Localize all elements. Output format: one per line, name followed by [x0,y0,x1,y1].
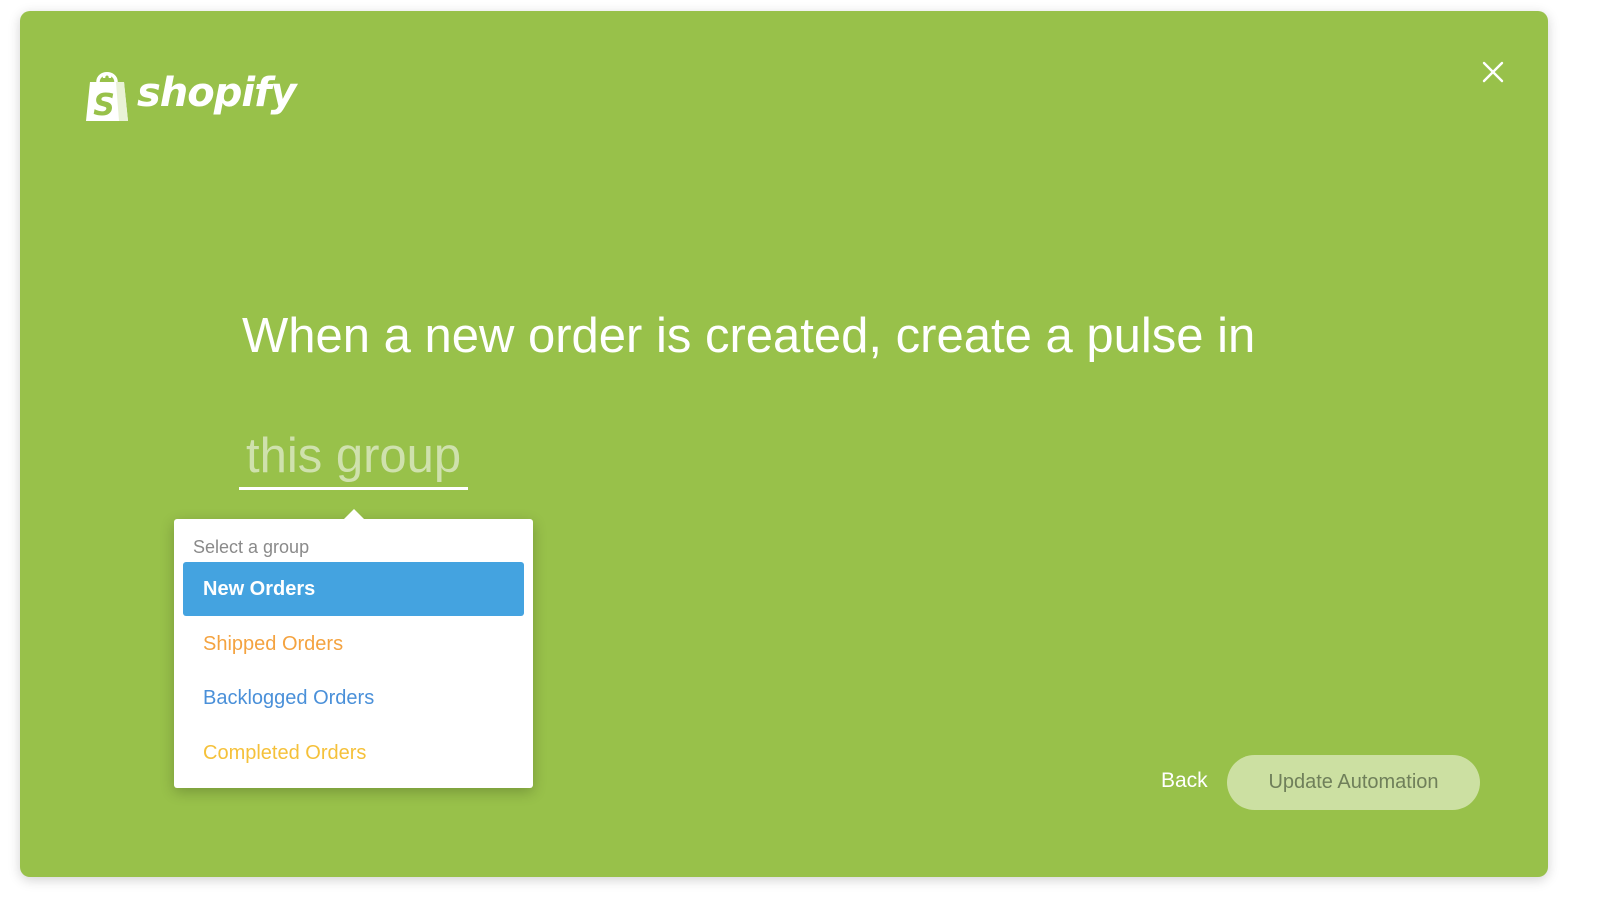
shopify-wordmark: shopify [137,70,297,116]
group-option-completed-orders[interactable]: Completed Orders [183,726,524,780]
group-option-new-orders[interactable]: New Orders [183,562,524,616]
close-icon[interactable] [1480,59,1506,85]
bag-letter: S [93,88,115,123]
back-button[interactable]: Back [1161,769,1208,793]
shopify-logo: S shopify [83,67,297,123]
update-automation-button[interactable]: Update Automation [1227,755,1480,810]
automation-sentence: When a new order is created, create a pu… [242,309,1256,363]
automation-modal: S shopify When a new order is created, c… [20,11,1548,877]
shopify-bag-icon: S [86,72,128,123]
group-field-placeholder: this group [246,429,462,483]
group-option-backlogged-orders[interactable]: Backlogged Orders [183,671,524,725]
group-option-shipped-orders[interactable]: Shipped Orders [183,617,524,671]
dropdown-pointer [343,509,365,520]
group-select-field[interactable]: this group [239,421,468,490]
group-dropdown: Select a group New Orders Shipped Orders… [174,509,533,788]
dropdown-label: Select a group [193,537,310,557]
